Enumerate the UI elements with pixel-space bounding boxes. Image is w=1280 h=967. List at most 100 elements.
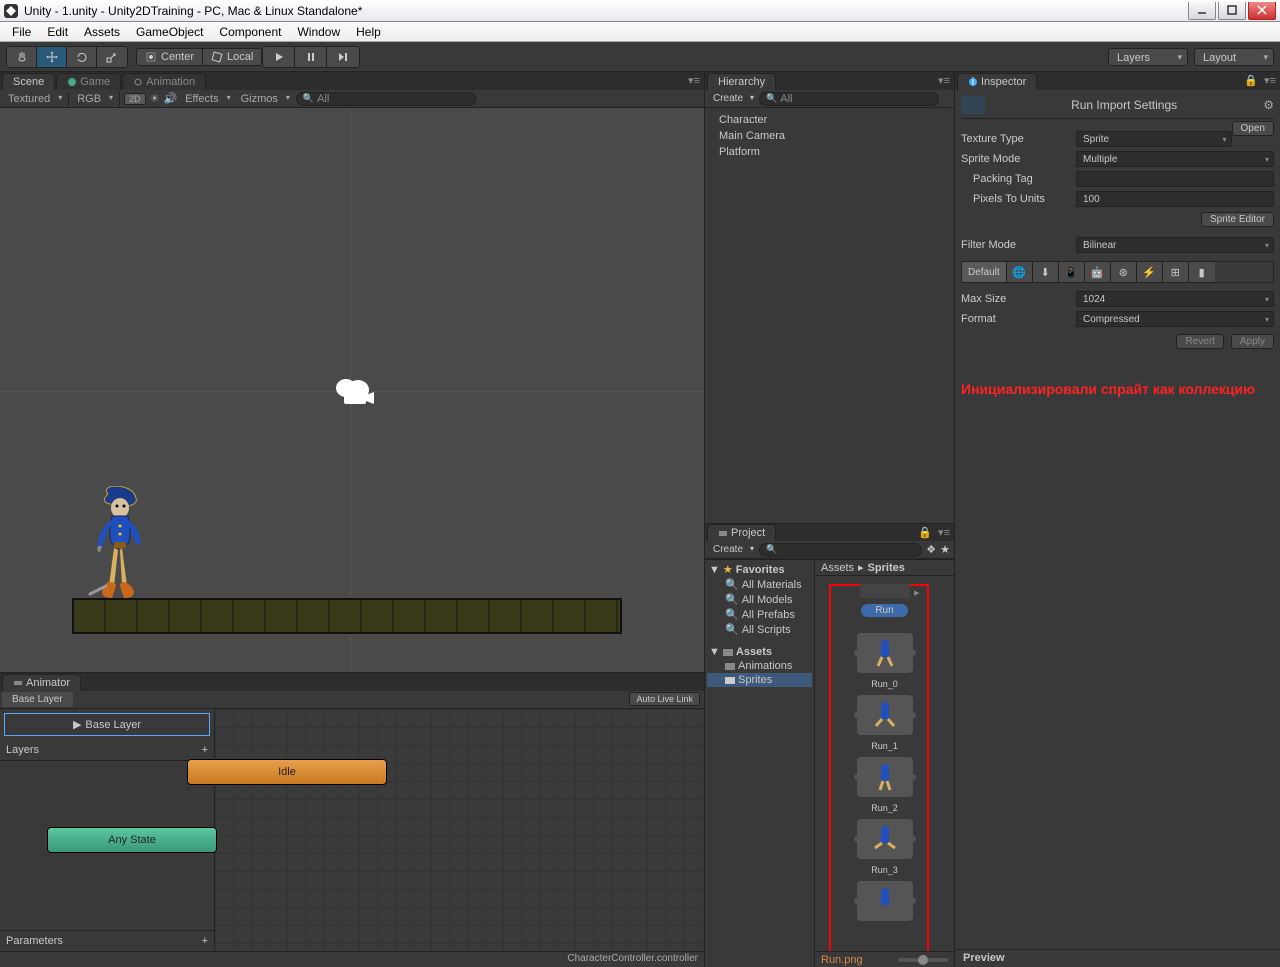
sprite-thumb[interactable] bbox=[857, 819, 913, 859]
play-button[interactable] bbox=[263, 47, 295, 67]
hierarchy-item[interactable]: Character bbox=[705, 112, 954, 128]
platform-win-icon[interactable]: ⊞ bbox=[1163, 262, 1189, 282]
rotate-tool[interactable] bbox=[67, 47, 97, 67]
tab-inspector[interactable]: iInspector bbox=[957, 73, 1037, 90]
audio-icon[interactable]: 🔊 bbox=[163, 92, 177, 105]
pause-button[interactable] bbox=[295, 47, 327, 67]
tab-game[interactable]: Game bbox=[56, 73, 121, 90]
filter-icon[interactable]: ❖ bbox=[926, 543, 936, 556]
maximize-button[interactable] bbox=[1218, 2, 1246, 20]
character-sprite[interactable] bbox=[88, 486, 148, 601]
gear-icon[interactable]: ⚙ bbox=[1263, 98, 1274, 112]
space-toggle[interactable]: Local bbox=[203, 49, 261, 65]
scale-tool[interactable] bbox=[97, 47, 127, 67]
sprite-thumb[interactable] bbox=[857, 695, 913, 735]
platform-tabs: Default 🌐 ⬇ 📱 🤖 ⊛ ⚡ ⊞ ▮ bbox=[961, 261, 1274, 283]
panel-menu-icon[interactable]: ▾≡ bbox=[688, 74, 700, 87]
animator-graph[interactable]: Idle Any State bbox=[215, 709, 704, 951]
add-layer-button[interactable]: + bbox=[202, 744, 208, 756]
menu-component[interactable]: Component bbox=[211, 23, 289, 41]
tab-animation[interactable]: Animation bbox=[122, 73, 206, 90]
gizmos-dropdown[interactable]: Gizmos bbox=[237, 92, 292, 106]
layers-dropdown[interactable]: Layers bbox=[1108, 48, 1188, 66]
max-size-dropdown[interactable]: 1024 bbox=[1076, 291, 1274, 307]
layout-dropdown[interactable]: Layout bbox=[1194, 48, 1274, 66]
lock-icon[interactable]: 🔒 bbox=[918, 526, 932, 539]
apply-button[interactable]: Apply bbox=[1231, 334, 1274, 349]
panel-menu-icon[interactable]: ▾≡ bbox=[1264, 74, 1276, 87]
rendermode-dropdown[interactable]: RGB bbox=[73, 92, 115, 106]
menu-help[interactable]: Help bbox=[348, 23, 389, 41]
menu-gameobject[interactable]: GameObject bbox=[128, 23, 211, 41]
platform-web-icon[interactable]: 🌐 bbox=[1007, 262, 1033, 282]
packing-tag-field[interactable] bbox=[1076, 171, 1274, 187]
step-button[interactable] bbox=[327, 47, 359, 67]
platform-ios-icon[interactable]: 📱 bbox=[1059, 262, 1085, 282]
toggle-2d[interactable]: 2D bbox=[124, 93, 146, 105]
effects-dropdown[interactable]: Effects bbox=[181, 92, 232, 106]
state-anystate[interactable]: Any State bbox=[47, 827, 217, 853]
menu-assets[interactable]: Assets bbox=[76, 23, 128, 41]
tab-animator[interactable]: Animator bbox=[2, 674, 81, 691]
pivot-toggle[interactable]: Center bbox=[137, 49, 203, 65]
hierarchy-item[interactable]: Platform bbox=[705, 144, 954, 160]
platform-wp-icon[interactable]: ▮ bbox=[1189, 262, 1215, 282]
thumbnail-size-slider[interactable] bbox=[898, 958, 948, 962]
format-dropdown[interactable]: Compressed bbox=[1076, 311, 1274, 327]
platform-flash-icon[interactable]: ⚡ bbox=[1137, 262, 1163, 282]
tab-hierarchy[interactable]: Hierarchy bbox=[707, 73, 776, 90]
sprite-thumb[interactable] bbox=[857, 633, 913, 673]
close-button[interactable] bbox=[1248, 2, 1276, 20]
menu-file[interactable]: File bbox=[4, 23, 39, 41]
revert-button[interactable]: Revert bbox=[1176, 334, 1223, 349]
platform-standalone-icon[interactable]: ⬇ bbox=[1033, 262, 1059, 282]
menu-edit[interactable]: Edit bbox=[39, 23, 76, 41]
auto-live-link-toggle[interactable]: Auto Live Link bbox=[629, 692, 700, 706]
sprite-thumb[interactable] bbox=[857, 757, 913, 797]
animator-breadcrumb[interactable]: Base Layer bbox=[2, 692, 73, 707]
scene-view[interactable] bbox=[0, 108, 704, 672]
texture-type-dropdown[interactable]: Sprite bbox=[1076, 131, 1232, 147]
filter-icon[interactable]: ★ bbox=[940, 543, 950, 556]
filter-mode-dropdown[interactable]: Bilinear bbox=[1076, 237, 1274, 253]
tree-fav-item[interactable]: 🔍All Materials bbox=[707, 577, 812, 592]
project-create-dropdown[interactable]: Create bbox=[709, 543, 755, 556]
hierarchy-create-dropdown[interactable]: Create bbox=[709, 92, 755, 105]
tree-assets[interactable]: ▼Assets bbox=[707, 645, 812, 659]
preview-header[interactable]: Preview bbox=[955, 949, 1280, 967]
lighting-icon[interactable]: ☀ bbox=[150, 92, 160, 105]
panel-menu-icon[interactable]: ▾≡ bbox=[938, 526, 950, 539]
tree-favorites[interactable]: ▼★Favorites bbox=[707, 562, 812, 577]
layer-button[interactable]: ▶Base Layer bbox=[4, 713, 210, 736]
platform-bb-icon[interactable]: ⊛ bbox=[1111, 262, 1137, 282]
tab-scene[interactable]: Scene bbox=[2, 73, 55, 90]
lock-icon[interactable]: 🔒 bbox=[1244, 74, 1258, 87]
platform-android-icon[interactable]: 🤖 bbox=[1085, 262, 1111, 282]
hierarchy-item[interactable]: Main Camera bbox=[705, 128, 954, 144]
scene-search[interactable]: 🔍All bbox=[296, 92, 476, 106]
sprite-editor-button[interactable]: Sprite Editor bbox=[1201, 212, 1274, 227]
tree-fav-item[interactable]: 🔍All Prefabs bbox=[707, 607, 812, 622]
tree-folder[interactable]: Animations bbox=[707, 659, 812, 673]
hand-tool[interactable] bbox=[7, 47, 37, 67]
minimize-button[interactable] bbox=[1188, 2, 1216, 20]
project-search[interactable]: 🔍 bbox=[759, 543, 922, 557]
tab-project[interactable]: Project bbox=[707, 524, 776, 541]
project-breadcrumb[interactable]: Assets▸Sprites bbox=[815, 560, 954, 576]
platform-sprite[interactable] bbox=[72, 598, 622, 634]
tree-fav-item[interactable]: 🔍All Models bbox=[707, 592, 812, 607]
platform-default[interactable]: Default bbox=[962, 262, 1007, 282]
hierarchy-search[interactable]: 🔍All bbox=[759, 92, 939, 106]
add-parameter-button[interactable]: + bbox=[202, 935, 208, 947]
move-tool[interactable] bbox=[37, 47, 67, 67]
state-idle[interactable]: Idle bbox=[187, 759, 387, 785]
sprite-mode-dropdown[interactable]: Multiple bbox=[1076, 151, 1274, 167]
sprite-thumb[interactable] bbox=[857, 881, 913, 921]
menu-window[interactable]: Window bbox=[289, 23, 348, 41]
tree-fav-item[interactable]: 🔍All Scripts bbox=[707, 622, 812, 637]
tree-folder[interactable]: Sprites bbox=[707, 673, 812, 687]
shading-dropdown[interactable]: Textured bbox=[4, 92, 64, 106]
pixels-to-units-field[interactable]: 100 bbox=[1076, 191, 1274, 207]
panel-menu-icon[interactable]: ▾≡ bbox=[938, 74, 950, 87]
open-button[interactable]: Open bbox=[1232, 121, 1274, 136]
